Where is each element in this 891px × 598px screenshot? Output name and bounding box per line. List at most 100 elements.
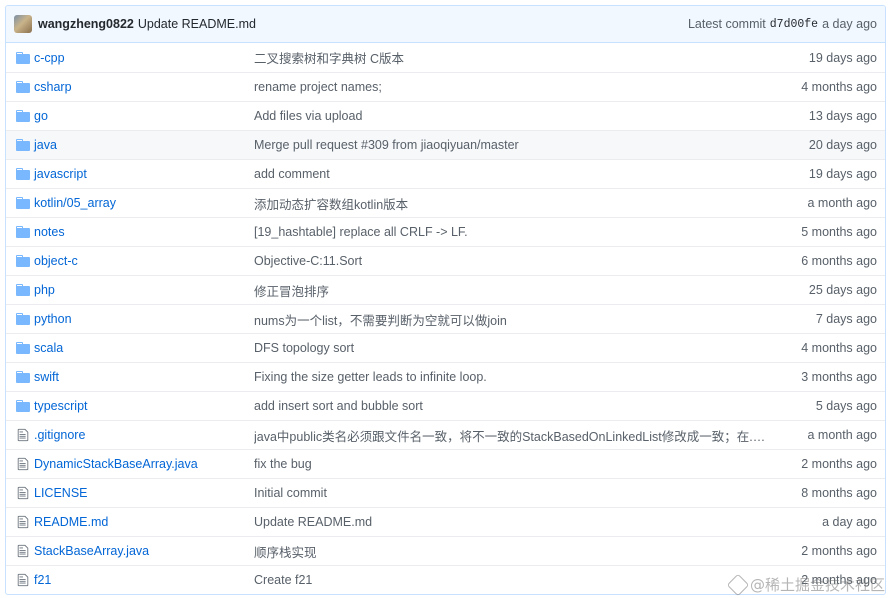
folder-icon-svg [16,371,30,383]
file-row[interactable]: typescript add insert sort and bubble sor… [6,391,885,420]
folder-icon [6,110,32,122]
folder-icon-svg [16,51,30,64]
folder-icon-svg [16,197,30,209]
commit-age: 19 days ago [808,167,877,181]
folder-icon [6,255,32,267]
folder-icon [6,139,32,151]
file-row[interactable]: javascript add comment 19 days ago [6,159,885,188]
file-row[interactable]: go Add files via upload 13 days ago [6,101,885,130]
file-name-link[interactable]: java [34,138,57,152]
file-name-link[interactable]: object-c [34,254,78,268]
file-name-link[interactable]: StackBaseArray.java [34,544,149,558]
commit-age: 2 months ago [801,457,877,471]
file-row[interactable]: DynamicStackBaseArray.java fix the bug 2 m… [6,449,885,478]
file-name-cell: notes [32,225,254,239]
commit-message-link[interactable]: Add files via upload [254,109,774,123]
commit-age: 3 months ago [801,370,877,384]
file-name-link[interactable]: notes [34,225,65,239]
file-name-link[interactable]: .gitignore [34,428,85,442]
file-row[interactable]: php 修正冒泡排序 25 days ago [6,275,885,304]
file-name-cell: kotlin/05_array [32,196,254,210]
file-name-link[interactable]: swift [34,370,59,384]
file-row[interactable]: notes [19_hashtable] replace all CRLF -> … [6,217,885,246]
commit-message-link[interactable]: 修正冒泡排序 [254,281,774,300]
commit-message-link[interactable]: DFS topology sort [254,341,774,355]
file-row[interactable]: object-c Objective-C:11.Sort 6 months ago [6,246,885,275]
folder-icon-svg [16,168,30,180]
file-list: c-cpp 二叉搜索树和字典树 C版本 19 days ago csharp renam… [6,43,885,594]
file-name-link[interactable]: javascript [34,167,87,181]
commit-message-link[interactable]: java中public类名必须跟文件名一致，将不一致的StackBasedOnL… [254,426,774,445]
latest-commit-info: Latest commit d7d00fe a day ago [688,17,877,31]
commit-message-link[interactable]: 添加动态扩容数组kotlin版本 [254,194,774,213]
commit-age: 4 months ago [801,80,877,94]
file-icon-svg [17,428,29,442]
commit-age: a day ago [822,17,877,31]
commit-message-link[interactable]: Update README.md [254,515,774,529]
commit-message-link[interactable]: 二叉搜索树和字典树 C版本 [254,48,774,67]
folder-icon-svg [16,342,30,354]
file-name-cell: swift [32,370,254,384]
file-icon [6,573,32,587]
folder-icon [6,197,32,209]
file-name-cell: LICENSE [32,486,254,500]
commit-age: 25 days ago [808,283,877,297]
file-name-cell: javascript [32,167,254,181]
file-name-link[interactable]: c-cpp [34,51,65,65]
file-name-cell: python [32,312,254,326]
file-name-link[interactable]: csharp [34,80,72,94]
folder-icon-svg [16,313,30,325]
commit-sha[interactable]: d7d00fe [770,18,818,31]
file-name-link[interactable]: go [34,109,48,123]
commit-message-link[interactable]: Objective-C:11.Sort [254,254,774,268]
file-row[interactable]: java Merge pull request #309 from jiaoqiy… [6,130,885,159]
file-name-link[interactable]: DynamicStackBaseArray.java [34,457,198,471]
commit-message-link[interactable]: rename project names; [254,80,774,94]
file-row[interactable]: LICENSE Initial commit 8 months ago [6,478,885,507]
file-row[interactable]: README.md Update README.md a day ago [6,507,885,536]
file-name-link[interactable]: typescript [34,399,88,413]
file-name-cell: f21 [32,573,254,587]
file-name-cell: csharp [32,80,254,94]
folder-icon-svg [16,226,30,238]
commit-age: 8 months ago [801,486,877,500]
file-name-link[interactable]: f21 [34,573,51,587]
commit-message-link[interactable]: Initial commit [254,486,774,500]
file-row[interactable]: .gitignore java中public类名必须跟文件名一致，将不一致的Sta… [6,420,885,449]
file-name-link[interactable]: python [34,312,72,326]
file-row[interactable]: f21 Create f21 2 months ago [6,565,885,594]
file-icon-svg [17,515,29,529]
file-row[interactable]: csharp rename project names; 4 months ago [6,72,885,101]
file-name-cell: java [32,138,254,152]
commit-message-link[interactable]: nums为一个list，不需要判断为空就可以做join [254,310,774,329]
author-avatar[interactable] [14,15,32,33]
latest-commit-label: Latest commit [687,17,766,31]
commit-message-link[interactable]: Create f21 [254,573,774,587]
commit-message-link[interactable]: add insert sort and bubble sort [254,399,774,413]
commit-message[interactable]: Update README.md [138,17,256,31]
file-row[interactable]: StackBaseArray.java 顺序栈实现 2 months ago [6,536,885,565]
commit-author[interactable]: wangzheng0822 [38,17,134,31]
commit-age: 19 days ago [808,50,877,65]
file-name-cell: object-c [32,254,254,268]
file-name-link[interactable]: kotlin/05_array [34,196,116,210]
file-row[interactable]: swift Fixing the size getter leads to inf… [6,362,885,391]
file-name-link[interactable]: scala [34,341,63,355]
commit-message-link[interactable]: add comment [254,167,774,181]
commit-message-link[interactable]: 顺序栈实现 [254,542,774,561]
commit-message-link[interactable]: [19_hashtable] replace all CRLF -> LF. [254,225,774,239]
commit-message-link[interactable]: Merge pull request #309 from jiaoqiyuan/… [254,138,774,152]
file-name-link[interactable]: php [34,283,55,297]
file-name-link[interactable]: README.md [34,515,108,529]
commit-age: 5 months ago [801,225,877,239]
file-row[interactable]: python nums为一个list，不需要判断为空就可以做join 7 days … [6,304,885,333]
commit-age: 5 days ago [815,399,877,413]
file-row[interactable]: scala DFS topology sort 4 months ago [6,333,885,362]
file-icon [6,515,32,529]
folder-icon [6,51,32,64]
file-row[interactable]: kotlin/05_array 添加动态扩容数组kotlin版本 a month a… [6,188,885,217]
commit-message-link[interactable]: Fixing the size getter leads to infinite… [254,370,774,384]
file-row[interactable]: c-cpp 二叉搜索树和字典树 C版本 19 days ago [6,43,885,72]
file-name-link[interactable]: LICENSE [34,486,88,500]
commit-message-link[interactable]: fix the bug [254,457,774,471]
